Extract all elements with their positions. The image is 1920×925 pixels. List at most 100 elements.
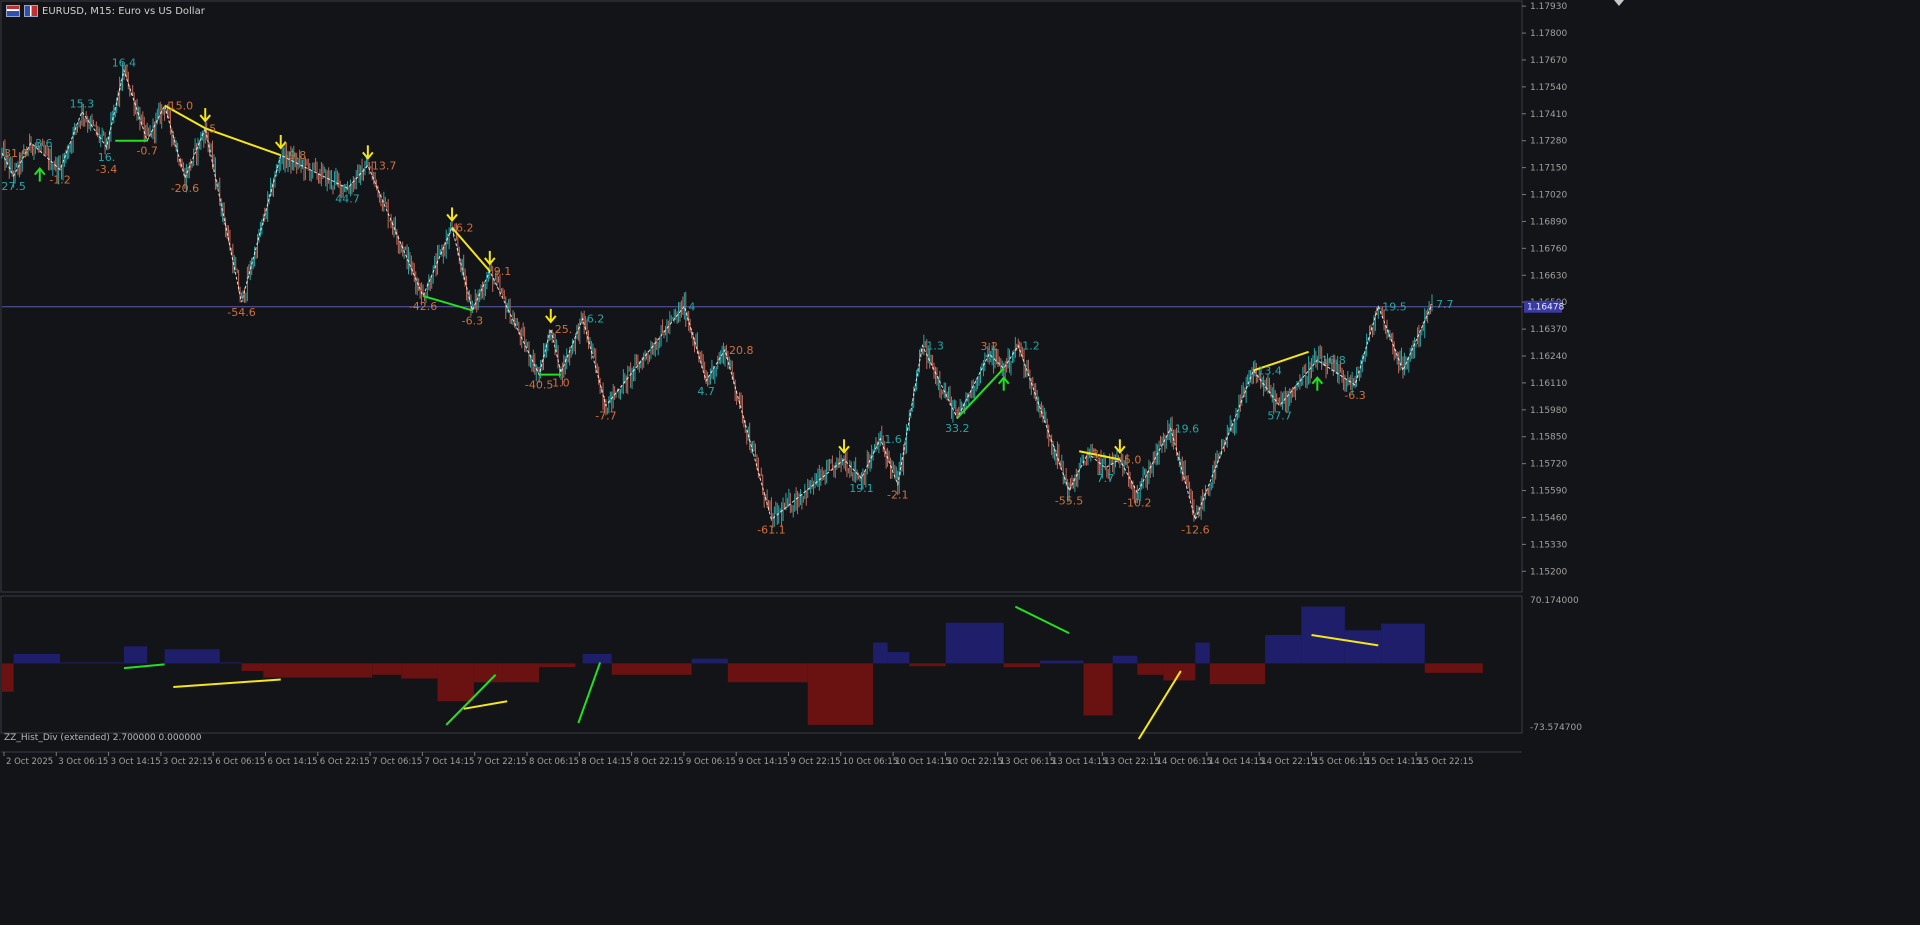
zigzag-value-label: -12.6 bbox=[1181, 524, 1209, 537]
arrow-down-icon bbox=[838, 439, 850, 454]
histogram-bar bbox=[13, 653, 61, 664]
time-axis-label: 8 Oct 14:15 bbox=[581, 757, 631, 767]
zigzag-value-label: -6.3 bbox=[1344, 389, 1365, 402]
histogram-bar bbox=[1083, 663, 1113, 716]
zigzag-value-label: 25. bbox=[555, 323, 573, 336]
zigzag-value-label: 7.7 bbox=[1097, 472, 1115, 485]
price-axis-label: 1.17800 bbox=[1530, 29, 1567, 39]
histogram-bar bbox=[401, 663, 438, 679]
main-plot-frame bbox=[0, 0, 1523, 593]
zigzag-value-label: 16.8 bbox=[1321, 354, 1346, 367]
histogram-bar bbox=[1301, 606, 1345, 664]
time-axis-label: 10 Oct 14:15 bbox=[895, 757, 950, 767]
time-axis-label: 6 Oct 14:15 bbox=[268, 757, 318, 767]
time-axis-label: 2 Oct 2025 bbox=[6, 757, 53, 767]
zigzag-value-label: -7.7 bbox=[595, 410, 616, 423]
histogram-bar bbox=[164, 649, 220, 664]
price-axis-label: 1.16110 bbox=[1530, 379, 1567, 389]
zigzag-value-label: 3.2 bbox=[980, 340, 998, 353]
histogram-bar bbox=[945, 622, 1004, 664]
time-axis-label: 10 Oct 22:15 bbox=[947, 757, 1002, 767]
time-axis-label: 8 Oct 06:15 bbox=[529, 757, 579, 767]
price-axis-label: 1.17020 bbox=[1530, 191, 1567, 201]
zigzag-value-label: -61.1 bbox=[757, 524, 785, 537]
arrow-down-icon bbox=[484, 250, 496, 266]
collapse-icon[interactable] bbox=[1614, 0, 1624, 6]
time-axis-label: 13 Oct 22:15 bbox=[1104, 757, 1159, 767]
time-axis-label: 6 Oct 22:15 bbox=[320, 757, 370, 767]
time-axis-label: 7 Oct 22:15 bbox=[477, 757, 527, 767]
zigzag-value-label: -20.6 bbox=[171, 182, 199, 195]
chart-title: EURUSD, M15: Euro vs US Dollar bbox=[42, 5, 205, 17]
time-axis-label: 3 Oct 06:15 bbox=[58, 757, 108, 767]
zigzag-value-label: -42.6 bbox=[409, 300, 437, 313]
time-axis-label: 3 Oct 14:15 bbox=[111, 757, 161, 767]
zigzag-value-label: 3 bbox=[1092, 447, 1099, 460]
time-axis-label: 14 Oct 06:15 bbox=[1157, 757, 1212, 767]
indicator-divergence-line bbox=[463, 700, 508, 710]
zigzag-value-label: 4 bbox=[688, 300, 695, 313]
histogram-bar bbox=[1209, 663, 1266, 685]
zigzag-value-label: 19.5 bbox=[1382, 300, 1407, 313]
zigzag-value-label: 33.2 bbox=[945, 422, 970, 435]
histogram-bar bbox=[60, 662, 124, 664]
divergence-line bbox=[204, 127, 282, 157]
price-axis-label: 1.17930 bbox=[1530, 2, 1567, 12]
arrow-down-icon bbox=[1114, 439, 1126, 454]
histogram-bar bbox=[1040, 660, 1084, 664]
histogram-bar bbox=[909, 663, 946, 667]
histogram-bar bbox=[1137, 663, 1164, 675]
histogram-bar bbox=[1344, 630, 1382, 664]
zigzag-value-label: 4.7 bbox=[697, 385, 715, 398]
symbol-flag-icon[interactable] bbox=[24, 5, 38, 17]
time-axis-label: 10 Oct 06:15 bbox=[843, 757, 898, 767]
histogram-bar bbox=[727, 663, 808, 683]
zigzag-value-label: 19.6 bbox=[1175, 422, 1200, 435]
price-axis-label: 1.15460 bbox=[1530, 513, 1567, 523]
price-axis-label: 1.16370 bbox=[1530, 325, 1567, 335]
zigzag-value-label: -2.1 bbox=[887, 488, 908, 501]
time-axis-label: 14 Oct 14:15 bbox=[1209, 757, 1264, 767]
time-axis-label: 13 Oct 14:15 bbox=[1052, 757, 1107, 767]
zigzag-value-label: 15.0 bbox=[169, 100, 194, 113]
indicator-axis-label: 70.174000 bbox=[1530, 596, 1579, 606]
chart-canvas[interactable]: 1.17930 1.17800 1.17670 1.17540 1.17410 1.172… bbox=[0, 0, 1920, 921]
price-axis-label: 1.15980 bbox=[1530, 406, 1567, 416]
zigzag-value-label: 44.7 bbox=[335, 192, 360, 205]
indicator-divergence-line bbox=[123, 663, 165, 670]
indicator-divergence-line bbox=[1137, 670, 1182, 740]
indicator-divergence-line bbox=[1014, 605, 1070, 635]
histogram-bar bbox=[539, 663, 576, 668]
price-axis-label: 1.17540 bbox=[1530, 83, 1567, 93]
indicator-divergence-line bbox=[577, 662, 602, 724]
zigzag-value-label: 1.6 bbox=[884, 433, 902, 446]
histogram-bar bbox=[873, 642, 888, 664]
zigzag-value-label: -6.3 bbox=[462, 314, 483, 327]
zigzag-value-label: 13.7 bbox=[372, 160, 397, 173]
histogram-bar bbox=[582, 653, 612, 664]
zigzag-value-label: 15.3 bbox=[70, 98, 95, 111]
time-axis-label: 9 Oct 22:15 bbox=[791, 757, 841, 767]
price-axis-label: 1.17670 bbox=[1530, 56, 1567, 66]
indicator-title: ZZ_Hist_Div (extended) 2.700000 0.000000 bbox=[4, 733, 202, 743]
indicator-axis-label: -73.574700 bbox=[1530, 723, 1582, 733]
histogram-bar bbox=[241, 663, 264, 671]
zigzag-value-label: -55.5 bbox=[1055, 495, 1083, 508]
zigzag-value-label: 19.1 bbox=[849, 482, 874, 495]
time-axis-label: 15 Oct 22:15 bbox=[1418, 757, 1473, 767]
zigzag-value-label: 31.9 bbox=[4, 147, 29, 160]
price-axis-label: 1.16890 bbox=[1530, 217, 1567, 227]
zigzag-value-label: 13.4 bbox=[1257, 364, 1282, 377]
price-axis-label: 1.15720 bbox=[1530, 460, 1567, 470]
zigzag-value-label: 9.1 bbox=[494, 265, 512, 278]
price-axis-label: 1.15330 bbox=[1530, 540, 1567, 550]
time-axis-label: 9 Oct 14:15 bbox=[738, 757, 788, 767]
trading-chart-window[interactable]: 1.17930 1.17800 1.17670 1.17540 1.17410 1.172… bbox=[0, 0, 1920, 921]
arrow-down-icon bbox=[446, 207, 458, 223]
zigzag-value-label: 6.2 bbox=[456, 222, 474, 235]
price-axis-label: 1.17150 bbox=[1530, 164, 1567, 174]
symbol-flag-icon[interactable] bbox=[6, 5, 20, 17]
time-axis-label: 15 Oct 14:15 bbox=[1366, 757, 1421, 767]
time-axis-label: 3 Oct 22:15 bbox=[163, 757, 213, 767]
histogram-bar bbox=[887, 652, 910, 664]
